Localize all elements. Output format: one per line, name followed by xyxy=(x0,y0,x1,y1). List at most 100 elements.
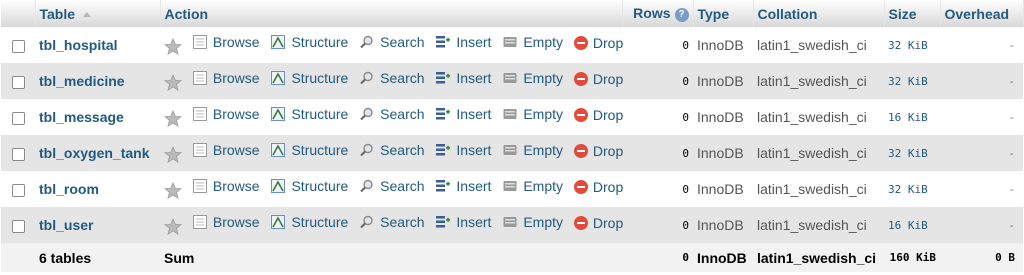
browse-icon xyxy=(192,107,207,122)
insert-action[interactable]: Insert xyxy=(435,142,491,158)
column-header-overhead[interactable]: Overhead xyxy=(940,0,1024,27)
empty-action[interactable]: Empty xyxy=(502,70,563,86)
table-name-link[interactable]: tbl_oxygen_tank xyxy=(39,145,149,161)
search-action[interactable]: Search xyxy=(359,34,425,50)
row-count: 0 xyxy=(682,110,689,124)
browse-action[interactable]: Browse xyxy=(192,142,260,158)
insert-action[interactable]: Insert xyxy=(435,70,491,86)
drop-icon xyxy=(573,144,588,159)
structure-action[interactable]: Structure xyxy=(270,106,348,122)
search-action[interactable]: Search xyxy=(359,142,425,158)
search-icon xyxy=(360,108,373,121)
row-count: 0 xyxy=(682,146,689,160)
drop-action[interactable]: Drop xyxy=(573,35,623,51)
table-name-link[interactable]: tbl_hospital xyxy=(39,37,118,53)
favorite-star-icon[interactable] xyxy=(164,145,182,164)
browse-action[interactable]: Browse xyxy=(192,178,260,194)
insert-action[interactable]: Insert xyxy=(435,178,491,194)
empty-action[interactable]: Empty xyxy=(502,34,563,50)
structure-icon xyxy=(271,179,286,194)
search-action[interactable]: Search xyxy=(359,106,425,122)
structure-icon xyxy=(271,35,286,50)
insert-icon xyxy=(436,108,451,120)
help-icon[interactable]: ? xyxy=(674,7,689,22)
table-name-link[interactable]: tbl_medicine xyxy=(39,73,125,89)
collation: latin1_swedish_ci xyxy=(757,181,867,197)
favorite-star-icon[interactable] xyxy=(164,37,182,56)
insert-icon xyxy=(436,72,451,84)
favorite-star-icon[interactable] xyxy=(164,73,182,92)
row-actions: Browse Structure Search Insert Empty Dro… xyxy=(160,171,623,207)
search-action[interactable]: Search xyxy=(359,214,425,230)
row-actions: Browse Structure Search Insert Empty Dro… xyxy=(160,27,623,63)
insert-icon xyxy=(436,180,451,192)
drop-icon xyxy=(573,108,588,123)
browse-action[interactable]: Browse xyxy=(192,34,260,50)
table-size[interactable]: 32 KiB xyxy=(884,171,940,207)
overhead: - xyxy=(1008,218,1015,232)
drop-action[interactable]: Drop xyxy=(573,71,623,87)
row-checkbox[interactable] xyxy=(11,147,25,161)
table-size[interactable]: 16 KiB xyxy=(884,207,940,243)
structure-action[interactable]: Structure xyxy=(270,142,348,158)
column-header-rows[interactable]: Rows? xyxy=(622,0,694,27)
empty-action[interactable]: Empty xyxy=(502,106,563,122)
structure-icon xyxy=(271,71,286,86)
search-action[interactable]: Search xyxy=(359,70,425,86)
row-checkbox[interactable] xyxy=(11,39,25,53)
table-row: tbl_hospital Browse Structure Search Ins… xyxy=(1,27,1023,63)
empty-action[interactable]: Empty xyxy=(502,178,563,194)
drop-action[interactable]: Drop xyxy=(573,143,623,159)
drop-action[interactable]: Drop xyxy=(573,107,623,123)
insert-action[interactable]: Insert xyxy=(435,106,491,122)
structure-action[interactable]: Structure xyxy=(270,214,348,230)
row-checkbox[interactable] xyxy=(11,75,25,89)
insert-action[interactable]: Insert xyxy=(435,214,491,230)
table-name-link[interactable]: tbl_user xyxy=(39,217,93,233)
structure-action[interactable]: Structure xyxy=(270,178,348,194)
table-size[interactable]: 32 KiB xyxy=(884,27,940,63)
empty-action[interactable]: Empty xyxy=(502,142,563,158)
structure-action[interactable]: Structure xyxy=(270,70,348,86)
row-checkbox[interactable] xyxy=(11,219,25,233)
table-size[interactable]: 32 KiB xyxy=(884,63,940,99)
drop-icon xyxy=(573,216,588,231)
drop-action[interactable]: Drop xyxy=(573,179,623,195)
table-name-link[interactable]: tbl_message xyxy=(39,109,124,125)
row-checkbox[interactable] xyxy=(11,183,25,197)
table-header-row: Table Action Rows? Type Collation Size O… xyxy=(1,0,1024,27)
drop-action[interactable]: Drop xyxy=(573,215,623,231)
column-header-collation[interactable]: Collation xyxy=(753,0,885,27)
overhead: - xyxy=(1008,38,1015,52)
empty-action[interactable]: Empty xyxy=(502,214,563,230)
structure-action[interactable]: Structure xyxy=(270,34,348,50)
table-size[interactable]: 16 KiB xyxy=(884,99,940,135)
column-header-size[interactable]: Size xyxy=(884,0,941,27)
overhead: - xyxy=(1008,182,1015,196)
table-size[interactable]: 32 KiB xyxy=(884,135,940,171)
total-overhead: 0 B xyxy=(995,251,1015,264)
empty-table-icon xyxy=(503,109,517,120)
favorite-star-icon[interactable] xyxy=(164,181,182,200)
browse-action[interactable]: Browse xyxy=(192,70,260,86)
row-checkbox[interactable] xyxy=(11,111,25,125)
favorite-star-icon[interactable] xyxy=(164,217,182,236)
total-collation: latin1_swedish_ci xyxy=(757,249,877,266)
favorite-star-icon[interactable] xyxy=(164,109,182,128)
table-name-link[interactable]: tbl_room xyxy=(39,181,99,197)
browse-action[interactable]: Browse xyxy=(192,106,260,122)
browse-action[interactable]: Browse xyxy=(192,214,260,230)
table-row: tbl_medicine Browse Structure Search Ins… xyxy=(1,63,1023,99)
structure-icon xyxy=(271,215,286,230)
search-action[interactable]: Search xyxy=(359,178,425,194)
row-count: 0 xyxy=(682,74,689,88)
collation: latin1_swedish_ci xyxy=(757,37,867,53)
table-row: tbl_user Browse Structure Search Insert xyxy=(1,207,1023,243)
search-icon xyxy=(360,36,373,49)
column-header-table[interactable]: Table xyxy=(35,0,161,27)
insert-action[interactable]: Insert xyxy=(435,34,491,50)
drop-icon xyxy=(573,180,588,195)
overhead: - xyxy=(1008,110,1015,124)
column-header-type[interactable]: Type xyxy=(693,0,754,27)
search-icon xyxy=(360,180,373,193)
